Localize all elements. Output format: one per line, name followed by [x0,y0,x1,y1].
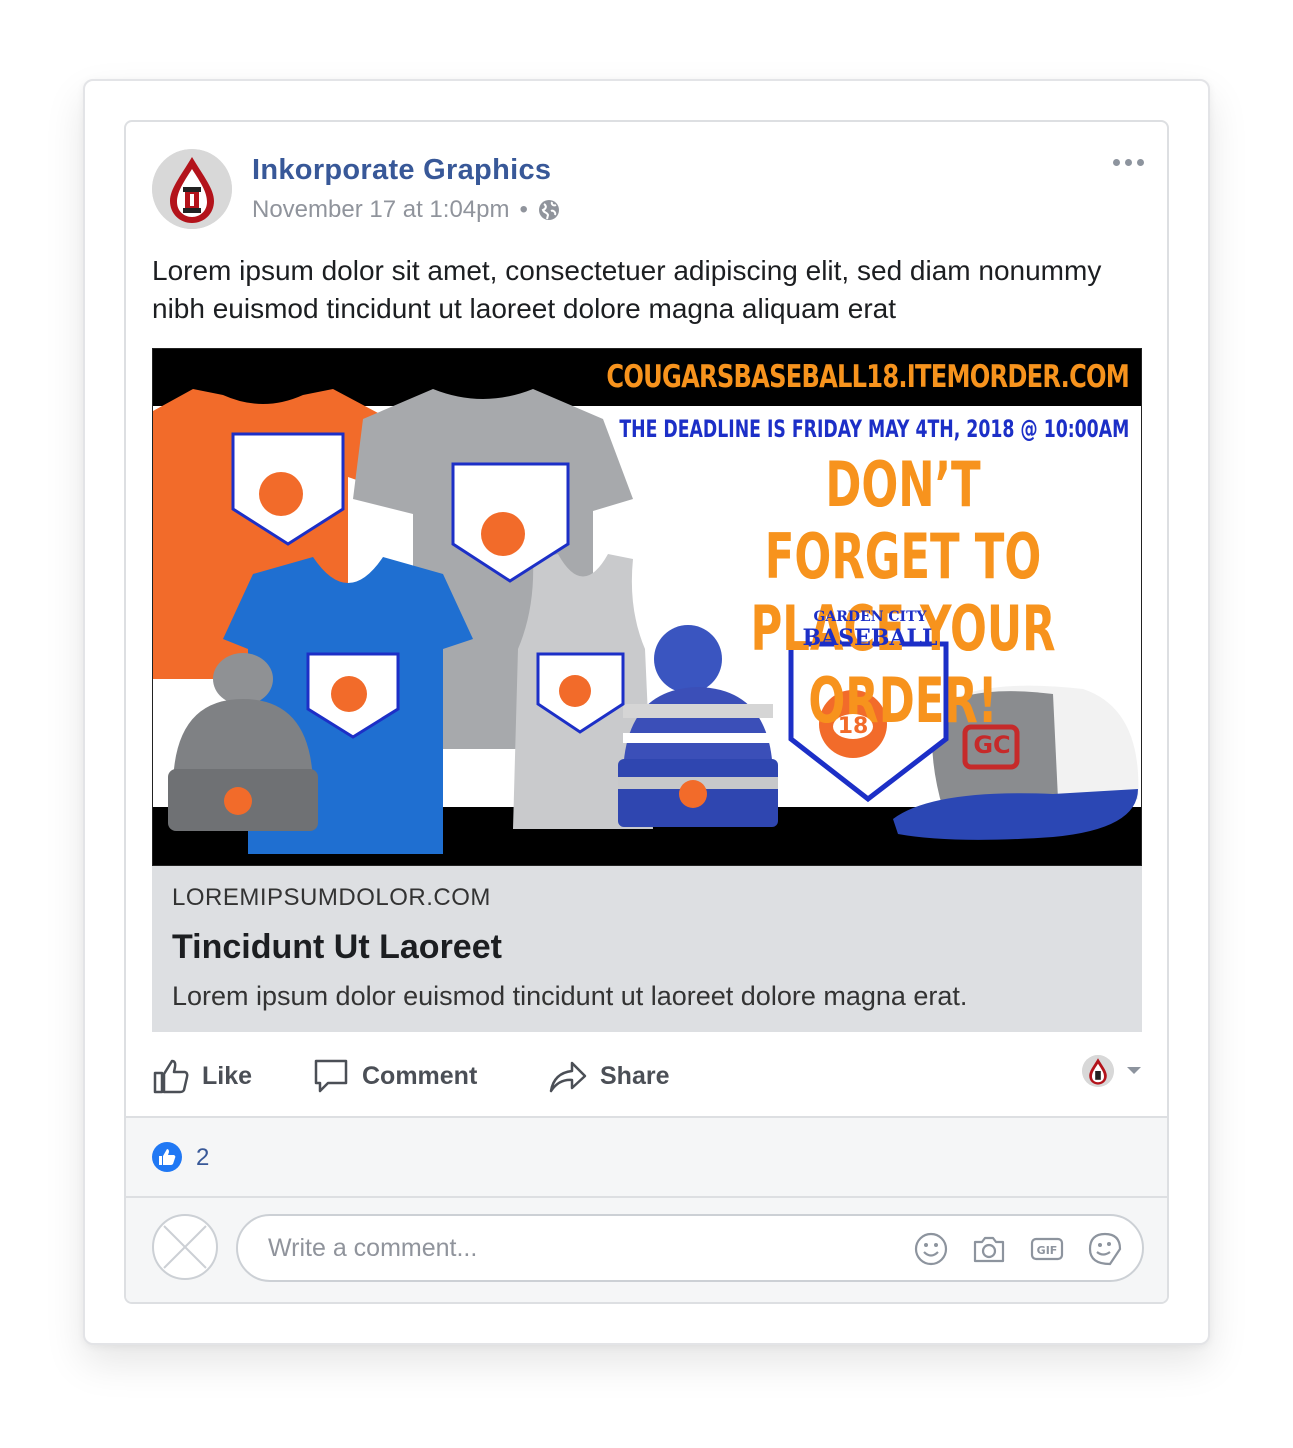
meta-separator: • [519,196,528,223]
cap-brim [893,789,1138,840]
chevron-down-icon [1127,1067,1141,1074]
link-title[interactable]: Tincidunt Ut Laoreet [172,928,1122,967]
like-reaction-icon [152,1142,182,1172]
beanie-pompom [213,653,273,705]
comment-label: Comment [362,1061,478,1090]
page-selector[interactable] [1082,1055,1142,1087]
gif-icon[interactable]: GIF [1030,1232,1064,1266]
page-name[interactable]: Inkorporate Graphics [252,154,551,187]
dot-icon [1125,158,1132,166]
globe-icon[interactable] [538,199,560,221]
banner-deadline: THE DEADLINE IS FRIDAY MAY 4TH, 2018 @ 1… [619,415,1129,443]
cap-logo-text: GC [973,731,1011,759]
dot-icon [1137,158,1144,166]
page-mini-avatar [1082,1055,1114,1087]
post-text: Lorem ipsum dolor sit amet, consectetuer… [152,255,1102,324]
comment-tools: GIF [914,1232,1122,1266]
reactions-bar[interactable]: 2 [126,1116,1167,1196]
action-bar: Like Comment Share [152,1047,1142,1107]
logo-number: 18 [833,714,873,739]
banner-url: COUGARSBASEBALL18.ITEMORDER.COM [606,359,1129,395]
dot-icon [1113,158,1120,166]
share-icon [549,1061,587,1093]
logo-text-1: GARDEN CITY [813,609,927,625]
comment-icon [314,1059,348,1093]
page-avatar[interactable] [152,149,232,229]
like-button[interactable]: Like [152,1057,252,1095]
share-button[interactable]: Share [548,1057,669,1095]
svg-text:GIF: GIF [1037,1244,1058,1257]
like-label: Like [202,1061,253,1090]
paw-striped-beanie [679,780,707,808]
post-timestamp[interactable]: November 17 at 1:04pm [252,196,509,224]
link-domain: LOREMIPSUMDOLOR.COM [172,884,491,911]
emoji-icon[interactable] [914,1232,948,1266]
post-meta: November 17 at 1:04pm • [252,196,560,224]
comment-box[interactable]: GIF [236,1214,1144,1282]
thumbs-up-icon [153,1059,189,1094]
headline-line-1: DON’T FORGET TO [764,448,1042,593]
link-description: Lorem ipsum dolor euismod tincidunt ut l… [172,981,968,1011]
share-label: Share [600,1061,670,1090]
user-avatar [152,1214,218,1280]
post-image[interactable]: COUGARSBASEBALL18.ITEMORDER.COM THE DEAD… [152,348,1142,866]
comment-composer: GIF [126,1196,1167,1302]
camera-icon[interactable] [972,1232,1006,1266]
more-options-button[interactable] [1113,152,1149,172]
logo-text-2: BASEBALL [802,625,938,651]
sticker-icon[interactable] [1088,1232,1122,1266]
reaction-count[interactable]: 2 [196,1144,209,1172]
post-card: Inkorporate Graphics November 17 at 1:04… [124,120,1169,1304]
comment-button[interactable]: Comment [312,1057,477,1095]
blue-pompom [654,625,722,693]
comment-input[interactable] [268,1233,888,1263]
banner-headline: DON’T FORGET TO PLACE YOUR ORDER! [742,449,1064,737]
paw-beanie [224,787,252,815]
link-preview[interactable]: LOREMIPSUMDOLOR.COM Tincidunt Ut Laoreet… [152,866,1142,1032]
